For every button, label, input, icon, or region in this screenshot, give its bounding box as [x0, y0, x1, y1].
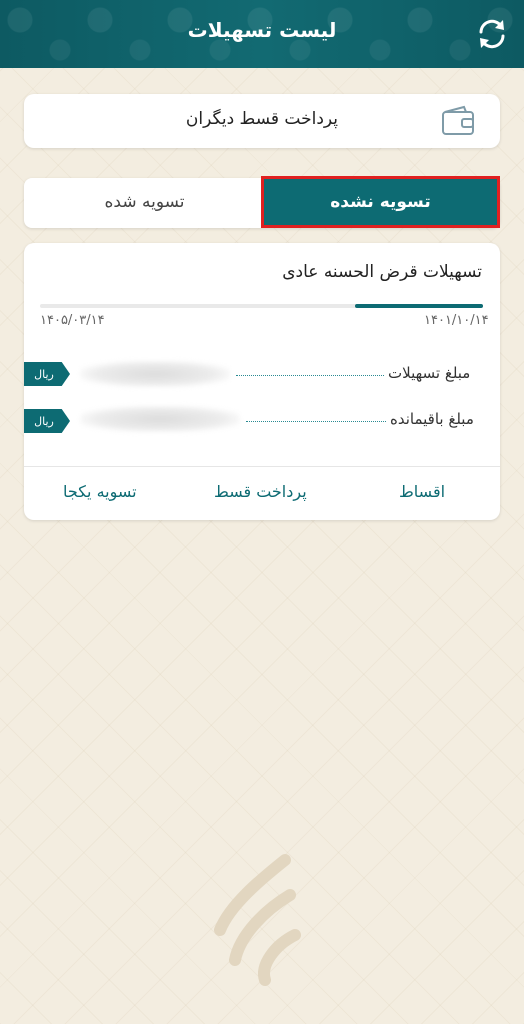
pay-installment-button[interactable]: پرداخت قسط: [214, 482, 307, 501]
refresh-button[interactable]: [470, 12, 514, 56]
loan-amount-label: مبلغ تسهیلات: [388, 364, 471, 382]
remaining-amount-currency: ریال: [24, 409, 70, 433]
loan-progress-fill: [355, 304, 483, 308]
loan-amount-currency: ریال: [24, 362, 70, 386]
app-header: لیست تسهیلات: [0, 0, 524, 68]
refresh-icon: [479, 19, 505, 49]
installments-button[interactable]: اقساط: [399, 482, 445, 501]
loan-end-date: ۱۴۰۵/۰۳/۱۴: [40, 313, 105, 328]
loan-title: تسهیلات قرض الحسنه عادی: [282, 262, 482, 282]
remaining-amount-value-blurred: [80, 406, 240, 432]
remaining-amount-leader: [246, 421, 386, 422]
settle-all-button[interactable]: تسویه یکجا: [63, 482, 137, 501]
bank-logo-icon: [214, 854, 301, 986]
loan-start-date: ۱۴۰۱/۱۰/۱۴: [424, 313, 489, 328]
pay-other-label: پرداخت قسط دیگران: [185, 109, 338, 129]
loan-amount-value-blurred: [80, 361, 230, 387]
page-title: لیست تسهیلات: [187, 18, 337, 42]
wallet-icon: [442, 105, 474, 135]
tab-unsettled[interactable]: تسویه نشده: [261, 176, 500, 228]
remaining-amount-label: مبلغ باقیمانده: [390, 410, 474, 428]
loan-amount-leader: [236, 375, 384, 376]
tab-settled[interactable]: تسویه شده: [26, 178, 263, 226]
card-divider: [24, 466, 500, 467]
